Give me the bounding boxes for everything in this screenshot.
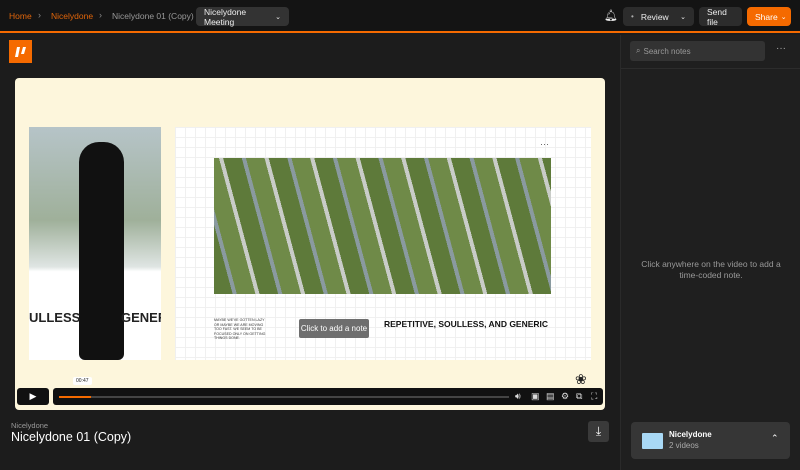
app-logo[interactable] xyxy=(9,40,32,63)
chevron-down-icon: ⌄ xyxy=(680,13,686,21)
slide-image: ··· MAYBE WE'VE GOTTEN LAZY OR MAYBE WE … xyxy=(175,127,591,360)
version-select-label: Nicelydone Meeting xyxy=(204,6,247,27)
top-bar: Home › Nicelydone › Nicelydone 01 (Copy)… xyxy=(0,0,800,33)
share-label: Share xyxy=(755,11,778,22)
transcript-icon[interactable]: ▤ xyxy=(546,391,555,402)
breadcrumb-project[interactable]: Nicelydone xyxy=(51,11,93,21)
video-caption: ULLESS xyxy=(29,310,81,325)
version-select[interactable]: Nicelydone Meeting ⌄ xyxy=(196,6,289,27)
time-tooltip: 00:47 xyxy=(73,377,92,385)
breadcrumb-home[interactable]: Home xyxy=(9,11,32,21)
file-project: Nicelydone xyxy=(11,421,49,430)
settings-icon[interactable]: ⚙ xyxy=(561,391,569,402)
bell-icon[interactable]: 🔔︎ xyxy=(604,9,618,22)
share-button[interactable]: Share ⌄ xyxy=(747,7,791,26)
seek-bar[interactable] xyxy=(59,396,509,398)
play-icon: ▶ xyxy=(29,391,37,401)
chevron-right-icon: › xyxy=(99,10,102,20)
folder-count: 2 videos xyxy=(669,441,699,450)
volume-icon[interactable]: 🔊︎ xyxy=(515,391,521,402)
download-icon: ⤓ xyxy=(595,424,602,438)
folder-name: Nicelydone xyxy=(669,430,712,439)
chevron-down-icon: ⌄ xyxy=(780,13,787,21)
chevron-right-icon: › xyxy=(38,10,41,20)
status-dot-icon: • xyxy=(631,12,634,21)
file-title: Nicelydone 01 (Copy) xyxy=(11,430,132,444)
search-icon: ⌕ xyxy=(636,46,641,55)
fullscreen-icon[interactable]: ⛶ xyxy=(591,391,597,402)
slide-heading: REPETITIVE, SOULLESS, AND GENERIC xyxy=(384,319,549,329)
pip-icon[interactable]: ⧉ xyxy=(576,391,582,402)
notes-panel: ⌕ Search notes ··· Click anywhere on the … xyxy=(620,35,800,470)
speaker-image: ULLESS GENER xyxy=(29,127,161,360)
search-placeholder: Search notes xyxy=(643,46,691,56)
more-icon: ··· xyxy=(540,139,549,149)
send-file-button[interactable]: Send file xyxy=(699,7,742,27)
captions-icon[interactable]: ▣ xyxy=(531,391,540,402)
search-notes-input[interactable]: ⌕ Search notes xyxy=(630,41,765,61)
aerial-photo xyxy=(214,158,551,294)
logo-icon xyxy=(14,46,26,57)
seek-progress xyxy=(59,396,91,398)
slide-body-text: MAYBE WE'VE GOTTEN LAZY OR MAYBE WE ARE … xyxy=(214,318,266,340)
folder-card[interactable]: Nicelydone 2 videos ⌃ xyxy=(631,422,790,459)
add-note-button[interactable]: Click to add a note xyxy=(299,319,369,338)
video-controls: ▶ 🔊︎ ▣ ▤ ⚙ ⧉ ⛶ xyxy=(17,388,603,406)
chevron-up-icon[interactable]: ⌃ xyxy=(771,433,779,444)
figma-icon: ❀ xyxy=(575,371,587,387)
speaker-figure xyxy=(79,142,124,360)
download-button[interactable]: ⤓ xyxy=(588,421,609,442)
divider xyxy=(621,68,800,69)
controls-bar: 🔊︎ ▣ ▤ ⚙ ⧉ ⛶ xyxy=(53,388,603,405)
play-button[interactable]: ▶ xyxy=(17,388,49,405)
video-player[interactable]: ULLESS GENER ··· MAYBE WE'VE GOTTEN LAZY… xyxy=(15,78,605,410)
status-select[interactable]: • Review ⌄ xyxy=(623,7,694,26)
notes-empty-hint: Click anywhere on the video to add a tim… xyxy=(641,259,781,280)
chevron-down-icon: ⌄ xyxy=(275,13,281,21)
video-caption: GENER xyxy=(121,310,161,325)
status-label: Review xyxy=(640,11,669,22)
breadcrumb-file: Nicelydone 01 (Copy) xyxy=(112,11,194,21)
folder-icon xyxy=(642,433,663,449)
more-options-icon[interactable]: ··· xyxy=(776,43,786,54)
